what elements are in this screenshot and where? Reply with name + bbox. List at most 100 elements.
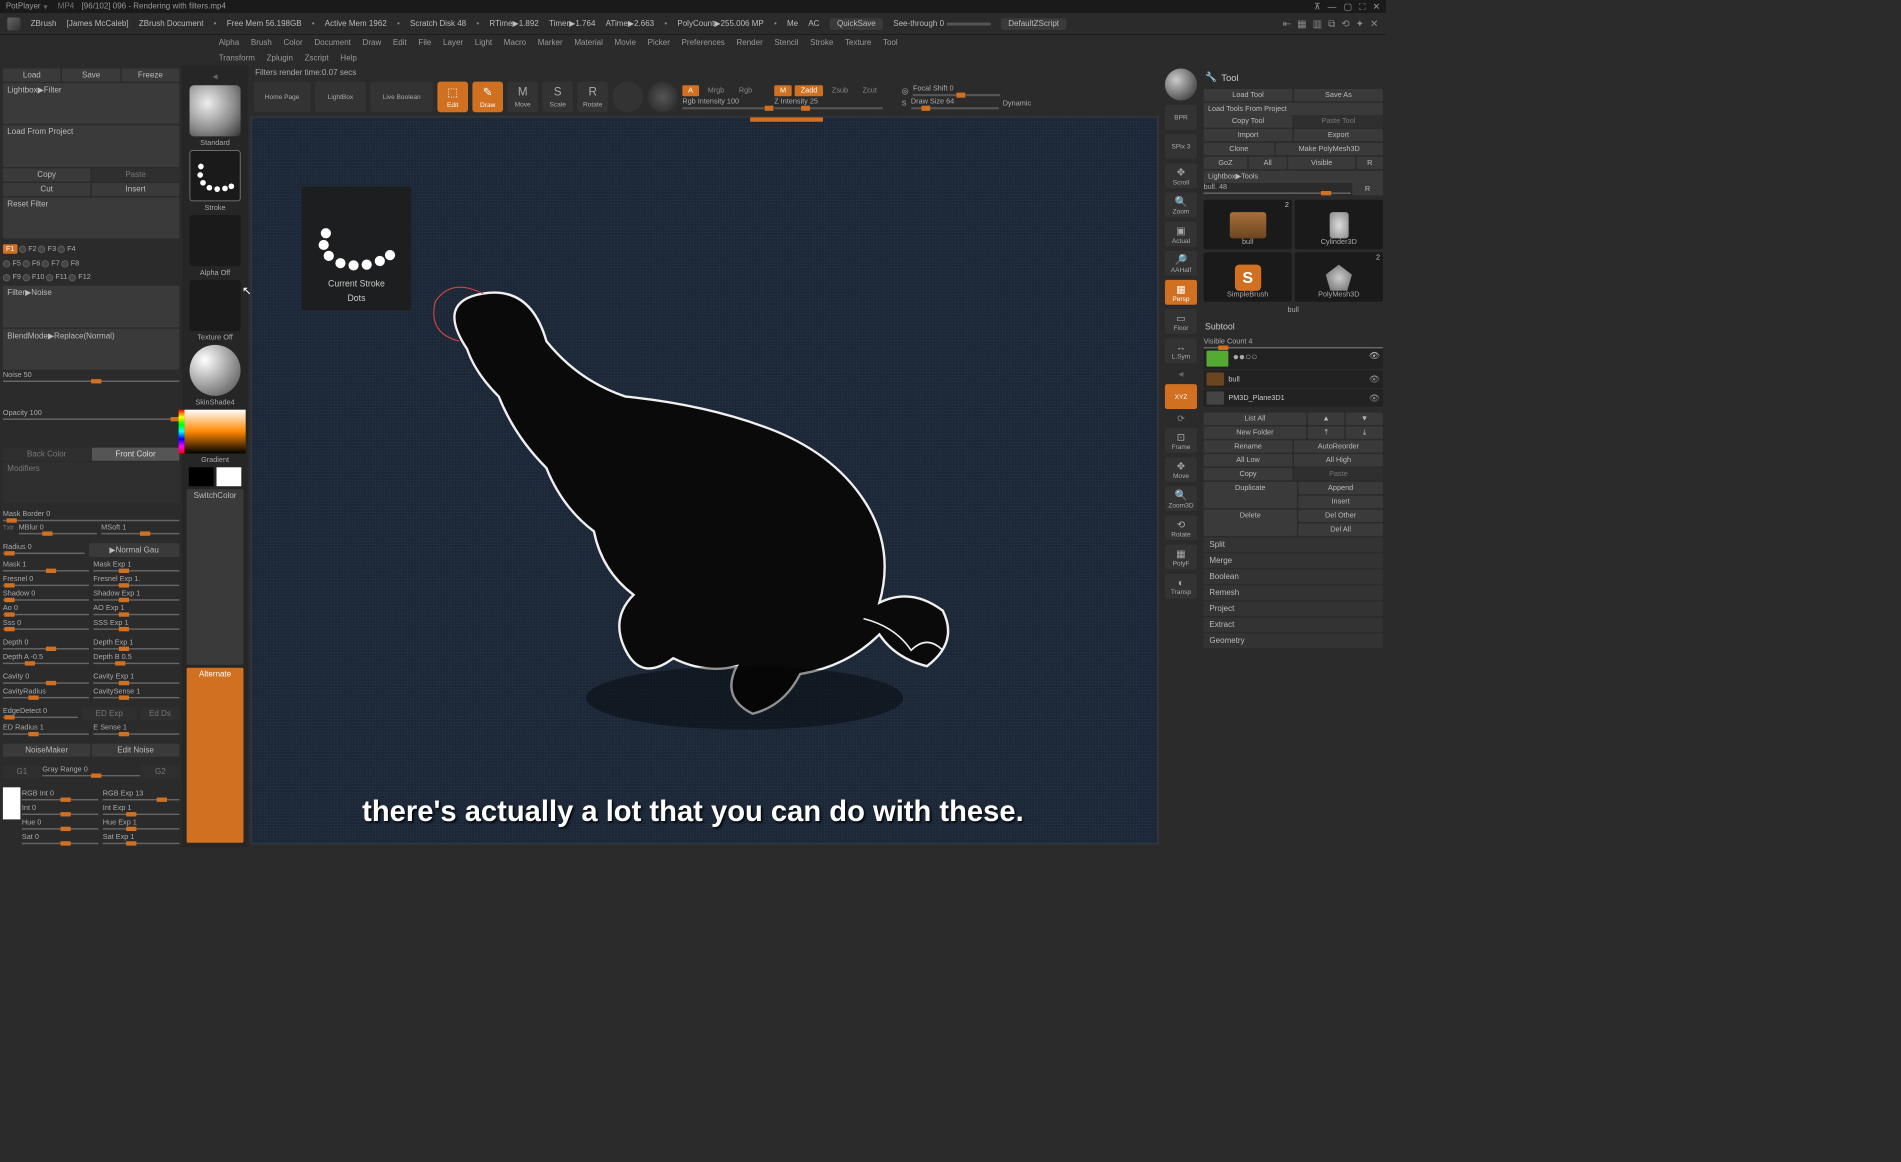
cycle-icon[interactable]: ⟲ <box>1341 17 1350 29</box>
insert-button[interactable]: Insert <box>92 183 179 196</box>
append-button[interactable]: Append <box>1298 482 1383 494</box>
a-tag[interactable]: A <box>682 85 699 96</box>
accordion-geometry[interactable]: Geometry <box>1204 634 1383 649</box>
stroke-swatch[interactable] <box>190 150 241 201</box>
lbtools-button[interactable]: Lightbox▶Tools <box>1204 171 1383 183</box>
rotate-button[interactable]: RRotate <box>577 82 608 113</box>
accordion-boolean[interactable]: Boolean <box>1204 569 1383 584</box>
tool-simplebrush[interactable]: SSimpleBrush <box>1204 252 1292 302</box>
subtool-thumb[interactable] <box>1206 351 1228 367</box>
makepoly-button[interactable]: Make PolyMesh3D <box>1275 143 1382 155</box>
back-color[interactable]: Back Color <box>3 447 90 460</box>
edradius-slider[interactable]: ED Radius 1 <box>3 724 89 735</box>
depth-slider[interactable]: Depth 0 <box>3 639 89 650</box>
zoom3d-button[interactable]: 🔍Zoom3D <box>1165 486 1197 511</box>
filter-f9[interactable]: F9 <box>3 273 21 281</box>
goz-button[interactable]: GoZ <box>1204 157 1248 169</box>
menu-zplugin[interactable]: Zplugin <box>267 54 293 63</box>
black-swatch[interactable] <box>189 467 214 486</box>
frame-button[interactable]: ⊡Frame <box>1165 428 1197 453</box>
layout-icon[interactable]: ▦ <box>1297 17 1307 29</box>
filter-f7[interactable]: F7 <box>42 260 60 268</box>
menu-render[interactable]: Render <box>736 39 762 48</box>
newfolder-button[interactable]: New Folder <box>1204 426 1307 438</box>
aoexp-slider[interactable]: AO Exp 1 <box>93 604 179 615</box>
liveboolean-button[interactable]: Live Boolean <box>370 82 433 113</box>
alllow-button[interactable]: All Low <box>1204 454 1293 466</box>
downend-button[interactable]: ⤓ <box>1346 426 1383 438</box>
edit-button[interactable]: ⬚Edit <box>437 82 468 113</box>
bull48-slider[interactable]: bull. 48 <box>1204 183 1351 195</box>
menu-brush[interactable]: Brush <box>251 39 272 48</box>
rotate3d-button[interactable]: ⟲Rotate <box>1165 515 1197 540</box>
copytool-button[interactable]: Copy Tool <box>1204 115 1293 127</box>
nav-sphere[interactable] <box>1165 69 1197 101</box>
texture-swatch[interactable] <box>190 280 241 331</box>
satexp-slider[interactable]: Sat Exp 1 <box>103 833 180 844</box>
modifiers[interactable]: Modifiers <box>3 462 179 503</box>
copy2-button[interactable]: Copy <box>1204 468 1293 480</box>
move-button[interactable]: MMove <box>507 82 538 113</box>
accordion-extract[interactable]: Extract <box>1204 617 1383 632</box>
fresnel-slider[interactable]: Fresnel 0 <box>3 575 89 586</box>
maximize-icon[interactable]: ⛶ <box>1359 1 1365 12</box>
r-button[interactable]: R <box>1357 157 1383 169</box>
down-button[interactable]: ▼ <box>1346 413 1383 425</box>
menu-file[interactable]: File <box>418 39 431 48</box>
menu-alpha[interactable]: Alpha <box>219 39 240 48</box>
menu-marker[interactable]: Marker <box>538 39 563 48</box>
freeze-button[interactable]: Freeze <box>121 69 179 82</box>
drawsize-slider[interactable]: Draw Size 64 <box>911 98 998 110</box>
lightbox-button[interactable]: LightBox <box>315 82 366 113</box>
tool-cylinder[interactable]: Cylinder3D <box>1295 200 1383 250</box>
clone-button[interactable]: Clone <box>1204 143 1274 155</box>
close2-icon[interactable]: ✕ <box>1370 17 1379 29</box>
rename-button[interactable]: Rename <box>1204 440 1293 452</box>
edexp[interactable]: ED Exp <box>82 707 136 720</box>
up-button[interactable]: ▲ <box>1308 413 1345 425</box>
close-icon[interactable]: ✕ <box>1373 1 1380 12</box>
cavityradius-slider[interactable]: CavityRadius <box>3 687 89 698</box>
msoft-slider[interactable]: MSoft 1 <box>101 523 179 534</box>
persp-button[interactable]: ▦Persp <box>1165 280 1197 305</box>
player-name[interactable]: PotPlayer <box>6 2 41 11</box>
zsub-tag[interactable]: Zsub <box>826 85 854 96</box>
zoom-button[interactable]: 🔍Zoom <box>1165 192 1197 217</box>
gizmo-circle[interactable] <box>612 82 643 113</box>
settings-icon[interactable]: ✦ <box>1356 17 1365 29</box>
menu-transform[interactable]: Transform <box>219 54 255 63</box>
delother-button[interactable]: Del Other <box>1298 510 1383 522</box>
shadow-slider[interactable]: Shadow 0 <box>3 590 89 601</box>
refresh-icon[interactable]: ⟳ <box>1177 413 1184 423</box>
filter-f6[interactable]: F6 <box>22 260 40 268</box>
menu-help[interactable]: Help <box>340 54 356 63</box>
draw-button[interactable]: ✎Draw <box>472 82 503 113</box>
quicksave-button[interactable]: QuickSave <box>830 18 883 30</box>
normal-gau[interactable]: ▶Normal Gau <box>89 543 179 557</box>
filter-f1[interactable]: F1 <box>3 244 17 253</box>
opacity-slider[interactable]: Opacity 100 <box>3 409 179 446</box>
intexp-slider[interactable]: Int Exp 1 <box>103 804 180 815</box>
subtool-bull[interactable]: bull👁 <box>1204 370 1383 387</box>
hue-slider[interactable]: Hue 0 <box>22 819 99 830</box>
tool-bull[interactable]: 2bull <box>1204 200 1292 250</box>
overlap-icon[interactable]: ⧉ <box>1328 17 1335 29</box>
depthb-slider[interactable]: Depth B 0.5 <box>93 653 179 664</box>
mask-border-slider[interactable]: Mask Border 0 <box>3 510 179 521</box>
brush-swatch[interactable] <box>190 85 241 136</box>
cavitysense-slider[interactable]: CavitySense 1 <box>93 687 179 698</box>
depthexp-slider[interactable]: Depth Exp 1 <box>93 639 179 650</box>
tool-polymesh[interactable]: 2PolyMesh3D <box>1295 252 1383 302</box>
color-swatch[interactable] <box>3 787 20 819</box>
ao-slider[interactable]: Ao 0 <box>3 604 89 615</box>
delete-button[interactable]: Delete <box>1204 510 1297 536</box>
menu-texture[interactable]: Texture <box>845 39 871 48</box>
filter-f10[interactable]: F10 <box>22 273 44 281</box>
dynamic-label[interactable]: Dynamic <box>1003 100 1031 108</box>
autoreorder-button[interactable]: AutoReorder <box>1294 440 1383 452</box>
accordion-project[interactable]: Project <box>1204 601 1383 616</box>
menu-tool[interactable]: Tool <box>883 39 898 48</box>
alternate-button[interactable]: Alternate <box>187 667 244 842</box>
saveas-button[interactable]: Save As <box>1294 89 1383 101</box>
scroll-button[interactable]: ✥Scroll <box>1165 163 1197 188</box>
